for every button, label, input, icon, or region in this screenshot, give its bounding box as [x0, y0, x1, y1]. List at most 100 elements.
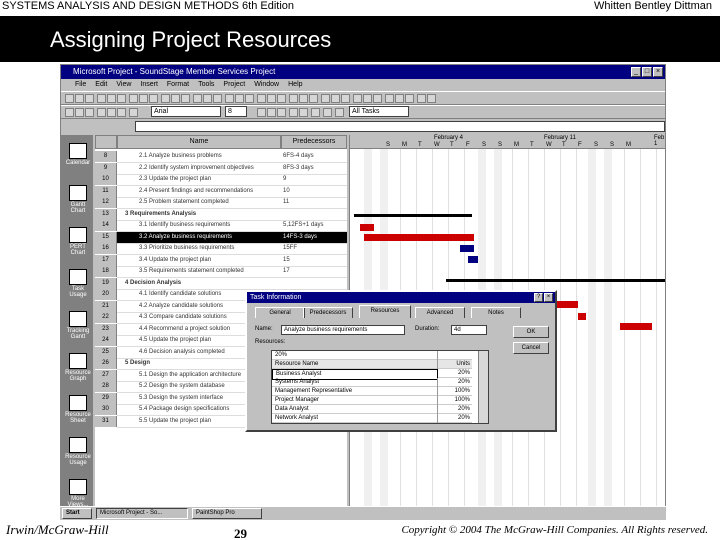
task-name[interactable]: 3.2 Analyze business requirements	[139, 232, 279, 243]
task-name[interactable]: 4 Decision Analysis	[125, 278, 265, 289]
view-bar-item-pert-chart[interactable]: PERT Chart	[63, 225, 93, 265]
resource-row[interactable]: Management Representative 100%	[272, 387, 472, 396]
view-bar-item-task-usage[interactable]: Task Usage	[63, 267, 93, 307]
toolbar-button-icon[interactable]	[117, 108, 126, 117]
toolbar-button-icon[interactable]	[245, 94, 254, 103]
menu-item-help[interactable]: Help	[288, 79, 302, 91]
toolbar-button-icon[interactable]	[193, 94, 202, 103]
task-row[interactable]: 19 4 Decision Analysis	[95, 277, 347, 289]
resource-name[interactable]: Network Analyst	[272, 414, 438, 423]
format-button-icon[interactable]	[335, 108, 344, 117]
tab-notes[interactable]: Notes	[471, 307, 521, 318]
task-row[interactable]: 12 2.5 Problem statement completed 11	[95, 197, 347, 208]
toolbar-button-icon[interactable]	[75, 108, 84, 117]
task-name[interactable]: 2.5 Problem statement completed	[139, 197, 279, 208]
toolbar-button-icon[interactable]	[75, 94, 84, 103]
resource-name[interactable]: Management Representative	[272, 387, 438, 396]
format-button-icon[interactable]	[277, 108, 286, 117]
task-row[interactable]: 9 2.2 Identify system improvement objecti…	[95, 162, 347, 174]
toolbar-button-icon[interactable]	[235, 94, 244, 103]
duration-field[interactable]: 4d	[451, 325, 487, 335]
resource-units[interactable]: 20%	[440, 414, 472, 423]
task-name[interactable]: 3.4 Update the project plan	[139, 255, 279, 266]
name-column-header[interactable]: Name	[117, 135, 281, 149]
task-row[interactable]: 11 2.4 Present findings and recommendatio…	[95, 185, 347, 197]
task-predecessors[interactable]: 17	[283, 266, 347, 277]
view-bar-item-gantt-chart[interactable]: Gantt Chart	[63, 183, 93, 223]
toolbar-button-icon[interactable]	[65, 94, 74, 103]
resource-name[interactable]: Data Analyst	[272, 405, 438, 414]
menu-item-window[interactable]: Window	[254, 79, 279, 91]
task-row[interactable]: 18 3.5 Requirements statement completed 17	[95, 266, 347, 277]
resource-units[interactable]: 20%	[440, 369, 472, 378]
toolbar-button-icon[interactable]	[405, 94, 414, 103]
task-name[interactable]: 3 Requirements Analysis	[125, 209, 265, 220]
view-bar-item-resource-sheet[interactable]: Resource Sheet	[63, 393, 93, 433]
toolbar-button-icon[interactable]	[257, 94, 266, 103]
resource-units[interactable]: 20%	[440, 405, 472, 414]
format-button-icon[interactable]	[267, 108, 276, 117]
resources-scrollbar[interactable]	[478, 351, 488, 423]
task-row[interactable]: 10 2.3 Update the project plan 9	[95, 174, 347, 185]
toolbar-button-icon[interactable]	[213, 94, 222, 103]
resource-units[interactable]: 100%	[440, 396, 472, 405]
taskbar-item-paintshop[interactable]: PaintShop Pro	[192, 508, 262, 519]
task-predecessors[interactable]: 15	[283, 255, 347, 266]
cancel-button[interactable]: Cancel	[513, 342, 549, 354]
resource-name[interactable]: Systems Analyst	[272, 378, 438, 387]
format-button-icon[interactable]	[323, 108, 332, 117]
toolbar-button-icon[interactable]	[181, 94, 190, 103]
tab-predecessors[interactable]: Predecessors	[303, 307, 353, 318]
view-bar-item-calendar[interactable]: Calendar	[63, 141, 93, 181]
task-predecessors[interactable]: 5,12FS+1 days	[283, 220, 347, 231]
toolbar-button-icon[interactable]	[385, 94, 394, 103]
entry-bar[interactable]	[135, 121, 665, 132]
toolbar-button-icon[interactable]	[299, 94, 308, 103]
toolbar-button-icon[interactable]	[85, 94, 94, 103]
toolbar-button-icon[interactable]	[139, 94, 148, 103]
resource-units[interactable]: 100%	[440, 387, 472, 396]
ok-button[interactable]: OK	[513, 326, 549, 338]
minimize-icon[interactable]: _	[631, 67, 641, 77]
toolbar-button-icon[interactable]	[65, 108, 74, 117]
task-name[interactable]: 2.3 Update the project plan	[139, 174, 279, 185]
task-row[interactable]: 17 3.4 Update the project plan 15	[95, 254, 347, 266]
task-bar-analyze[interactable]	[364, 234, 474, 241]
toolbar-button-icon[interactable]	[395, 94, 404, 103]
taskbar-item-project[interactable]: Microsoft Project - So...	[96, 508, 188, 519]
task-predecessors[interactable]: 6FS-4 days	[283, 151, 347, 162]
task-predecessors[interactable]: 8FS-3 days	[283, 163, 347, 174]
toolbar-button-icon[interactable]	[363, 94, 372, 103]
task-row[interactable]: 15 3.2 Analyze business requirements 14FS-…	[95, 231, 347, 243]
view-bar-item-tracking-gantt[interactable]: Tracking Gantt	[63, 309, 93, 349]
task-predecessors[interactable]: 9	[283, 174, 347, 185]
task-name[interactable]: 3.3 Prioritize business requirements	[139, 243, 279, 254]
summary-bar-decision[interactable]	[446, 279, 665, 282]
task-name[interactable]: 2.2 Identify system improvement objectiv…	[139, 163, 279, 174]
maximize-icon[interactable]: □	[642, 67, 652, 77]
toolbar-button-icon[interactable]	[97, 94, 106, 103]
task-name[interactable]: 5 Design	[125, 358, 265, 369]
toolbar-button-icon[interactable]	[277, 94, 286, 103]
task-predecessors[interactable]: 14FS-3 days	[283, 232, 347, 243]
format-button-icon[interactable]	[257, 108, 266, 117]
menu-item-tools[interactable]: Tools	[198, 79, 214, 91]
toolbar-button-icon[interactable]	[203, 94, 212, 103]
toolbar-button-icon[interactable]	[117, 94, 126, 103]
format-button-icon[interactable]	[289, 108, 298, 117]
toolbar-button-icon[interactable]	[353, 94, 362, 103]
toolbar-button-icon[interactable]	[107, 108, 116, 117]
tab-general[interactable]: General	[255, 307, 305, 318]
toolbar-button-icon[interactable]	[373, 94, 382, 103]
resource-row[interactable]: Network Analyst 20%	[272, 414, 472, 423]
font-select[interactable]: Arial	[151, 106, 221, 117]
toolbar-button-icon[interactable]	[149, 94, 158, 103]
view-bar-item-resource-graph[interactable]: Resource Graph	[63, 351, 93, 391]
task-row[interactable]: 14 3.1 Identify business requirements 5,12…	[95, 220, 347, 231]
start-button[interactable]: Start	[62, 508, 92, 519]
menu-item-format[interactable]: Format	[167, 79, 189, 91]
task-bar-identify[interactable]	[360, 224, 374, 231]
format-button-icon[interactable]	[299, 108, 308, 117]
resource-units[interactable]: 20%	[440, 378, 472, 387]
toolbar-button-icon[interactable]	[417, 94, 426, 103]
